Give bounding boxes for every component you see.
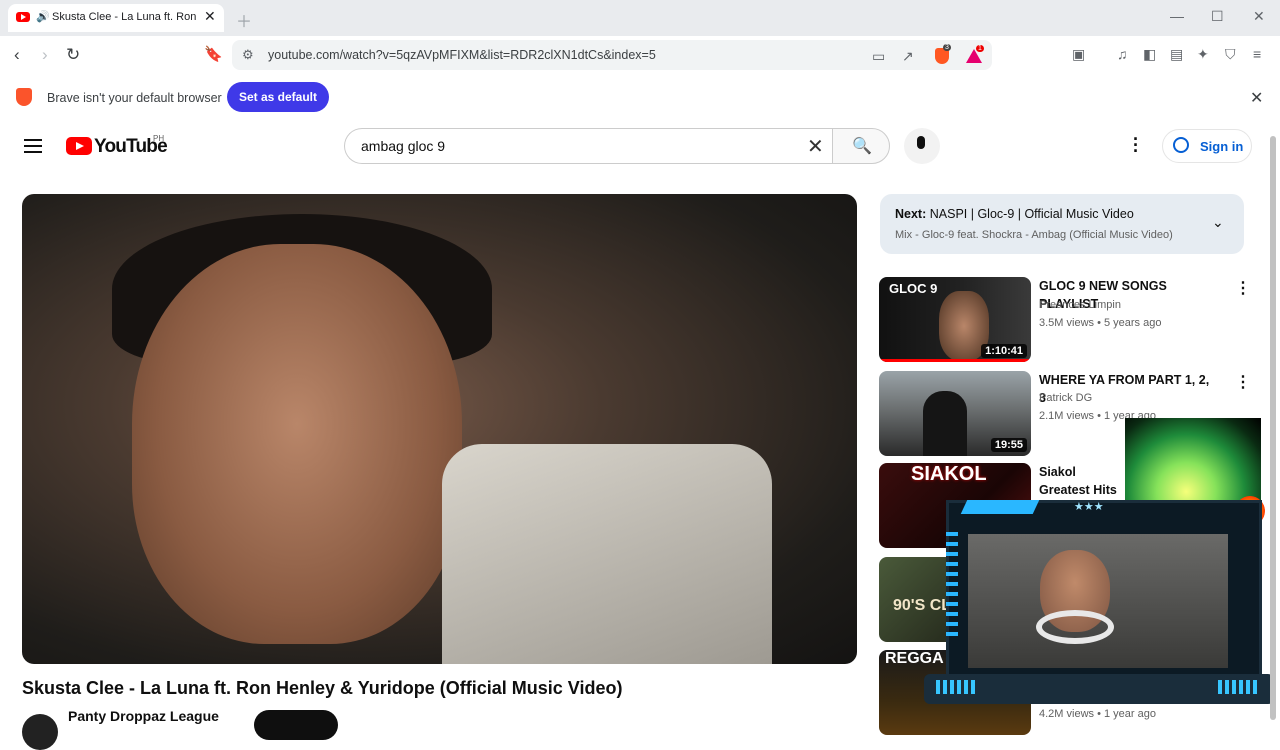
sidebar-icon[interactable]: ◧ bbox=[1143, 46, 1156, 63]
wallet-icon[interactable]: ▤ bbox=[1170, 46, 1183, 63]
leo-ai-icon[interactable]: ✦ bbox=[1197, 46, 1209, 63]
stream-webcam-overlay: ★★★ bbox=[924, 492, 1274, 704]
sign-in-label: Sign in bbox=[1200, 139, 1244, 154]
overlay-side-accent bbox=[946, 532, 958, 642]
video-title: Skusta Clee - La Luna ft. Ron Henley & Y… bbox=[22, 678, 623, 698]
duration-badge: 19:55 bbox=[990, 438, 1027, 452]
channel-avatar[interactable] bbox=[22, 714, 58, 750]
headphones-icon bbox=[1036, 610, 1114, 644]
overlay-bar-right bbox=[1218, 680, 1260, 694]
recommendation-channel[interactable]: Preances Limpin bbox=[1039, 299, 1121, 311]
thumbnail-text: GLOC 9 bbox=[889, 281, 938, 296]
search-icon: 🔍 bbox=[852, 138, 872, 155]
next-title: NASPI | Gloc-9 | Official Music Video bbox=[929, 207, 1134, 221]
overlay-bar-left bbox=[936, 680, 978, 694]
search-button[interactable]: 🔍 bbox=[832, 128, 890, 164]
youtube-favicon-icon bbox=[16, 12, 30, 22]
reader-icon[interactable]: ▣ bbox=[1072, 46, 1085, 63]
video-frame-shirt bbox=[442, 444, 772, 664]
thumbnail-figure bbox=[923, 391, 967, 456]
search-query[interactable]: ambag gloc 9 bbox=[361, 138, 445, 154]
menu-icon[interactable]: ≡ bbox=[1253, 46, 1261, 62]
infobar-text: Brave isn't your default browser bbox=[47, 91, 222, 105]
more-actions-icon[interactable]: ⋮ bbox=[1235, 278, 1251, 298]
recommendation-meta: 3.5M views • 5 years ago bbox=[1039, 317, 1162, 329]
share-icon[interactable]: ↗ bbox=[902, 48, 914, 65]
forward-icon[interactable]: › bbox=[42, 45, 48, 65]
playlist-next-card[interactable]: Next: NASPI | Gloc-9 | Official Music Vi… bbox=[880, 194, 1244, 254]
guide-menu-icon[interactable] bbox=[24, 139, 42, 153]
settings-menu-icon[interactable]: · · · bbox=[1133, 130, 1139, 160]
video-frame-face bbox=[132, 244, 462, 644]
mix-title: Mix - Gloc-9 feat. Shockra - Ambag (Offi… bbox=[895, 229, 1173, 241]
media-icon[interactable]: ♫ bbox=[1117, 46, 1128, 62]
tab-close-icon[interactable]: ✕ bbox=[204, 8, 216, 25]
browser-tab-active[interactable]: 🔊 Skusta Clee - La Luna ft. Ron Henley &… bbox=[8, 4, 224, 32]
shields-count-badge: 3 bbox=[943, 44, 951, 51]
infobar-close-icon[interactable]: ✕ bbox=[1250, 88, 1263, 108]
reload-icon[interactable]: ↻ bbox=[66, 45, 80, 65]
overlay-top-accent bbox=[960, 500, 1040, 514]
set-as-default-button[interactable]: Set as default bbox=[227, 82, 329, 112]
thumbnail-text: SIAKOL bbox=[911, 463, 987, 485]
chevron-down-icon[interactable]: ⌄ bbox=[1212, 214, 1224, 231]
region-code: PH bbox=[153, 134, 165, 143]
channel-name[interactable]: Panty Droppaz League bbox=[68, 708, 219, 724]
window-close-icon[interactable]: ✕ bbox=[1253, 8, 1265, 25]
speaker-icon[interactable]: 🔊 bbox=[36, 10, 50, 23]
browser-tab-bar: 🔊 Skusta Clee - La Luna ft. Ron Henley &… bbox=[0, 0, 1280, 36]
recommendation-thumbnail[interactable]: 19:55 bbox=[879, 371, 1031, 456]
cast-icon[interactable]: ▭ bbox=[872, 48, 885, 65]
address-bar[interactable]: ⚙ youtube.com/watch?v=5qzAVpMFIXM&list=R… bbox=[232, 40, 992, 70]
overlay-stars: ★★★ bbox=[1074, 501, 1104, 513]
voice-search-button[interactable] bbox=[904, 128, 940, 164]
brave-shields-icon[interactable]: 3 bbox=[935, 44, 951, 64]
browser-toolbar: ‹ › ↻ 🔖 ⚙ youtube.com/watch?v=5qzAVpMFIX… bbox=[0, 36, 1280, 75]
duration-badge: 1:10:41 bbox=[981, 344, 1027, 358]
subscribe-button[interactable] bbox=[254, 710, 338, 740]
recommendation-channel[interactable]: Patrick DG bbox=[1039, 392, 1092, 404]
microphone-icon bbox=[917, 136, 925, 149]
clear-search-icon[interactable]: ✕ bbox=[807, 134, 824, 159]
site-settings-icon[interactable]: ⚙ bbox=[242, 47, 254, 63]
sign-in-button[interactable]: Sign in bbox=[1162, 129, 1252, 163]
progress-bar bbox=[879, 359, 1031, 362]
default-browser-infobar: Brave isn't your default browser Set as … bbox=[0, 74, 1280, 120]
brave-rewards-icon[interactable]: 1 bbox=[966, 45, 984, 63]
youtube-logo-icon[interactable] bbox=[66, 137, 92, 155]
url-text[interactable]: youtube.com/watch?v=5qzAVpMFIXM&list=RDR… bbox=[268, 48, 656, 62]
next-label: Next: bbox=[895, 207, 927, 221]
maximize-icon[interactable]: ☐ bbox=[1211, 8, 1224, 25]
minimize-icon[interactable]: — bbox=[1170, 8, 1184, 24]
back-icon[interactable]: ‹ bbox=[14, 45, 20, 65]
video-player[interactable] bbox=[22, 194, 857, 664]
tab-title: Skusta Clee - La Luna ft. Ron Henley & Y… bbox=[52, 11, 200, 23]
next-up-line: Next: NASPI | Gloc-9 | Official Music Vi… bbox=[895, 207, 1134, 221]
overlay-bottom-bar bbox=[924, 674, 1274, 704]
brave-logo-icon bbox=[16, 88, 32, 106]
vpn-icon[interactable]: ⛉ bbox=[1225, 46, 1236, 63]
recommendation-meta: 4.2M views • 1 year ago bbox=[1039, 708, 1156, 720]
webcam-feed bbox=[968, 534, 1228, 668]
page-scrollbar[interactable] bbox=[1270, 136, 1276, 720]
account-icon bbox=[1173, 137, 1189, 153]
rewards-count-badge: 1 bbox=[976, 45, 984, 52]
bookmark-icon[interactable]: 🔖 bbox=[204, 45, 223, 63]
new-tab-icon[interactable]: ＋ bbox=[236, 8, 252, 32]
recommendation-thumbnail[interactable]: GLOC 9 1:10:41 bbox=[879, 277, 1031, 362]
search-input[interactable]: ambag gloc 9 ✕ bbox=[344, 128, 833, 164]
more-actions-icon[interactable]: ⋮ bbox=[1235, 372, 1251, 392]
